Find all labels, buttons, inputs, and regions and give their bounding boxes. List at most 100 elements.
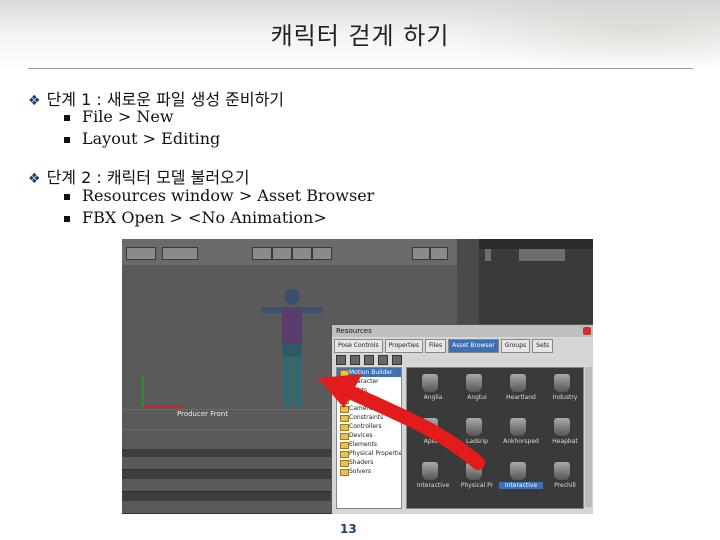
asset-item[interactable]: Interactive (499, 462, 543, 496)
axis-gizmo-icon (142, 376, 184, 408)
tree-item[interactable]: Controllers (337, 422, 401, 431)
asset-label: Physical Pr (460, 482, 494, 489)
grid-view-icon[interactable] (392, 355, 402, 365)
tab-files[interactable]: Files (424, 339, 447, 353)
tree-item-label: Misc (349, 396, 363, 403)
tab-sets[interactable]: Sets (532, 339, 554, 353)
asset-item[interactable]: Ladsrip (455, 418, 491, 452)
asset-label: Interactive (499, 482, 543, 489)
tree-item-label: Character (349, 378, 379, 385)
tab-groups[interactable]: Groups (500, 339, 531, 353)
asset-item[interactable]: Angtui (455, 374, 491, 408)
tree-item[interactable]: Solvers (337, 467, 401, 476)
light-icon[interactable] (430, 247, 448, 260)
asset-item[interactable]: Heartland (499, 374, 536, 408)
character-thumbnail-icon (510, 374, 526, 392)
asset-toolbar (336, 355, 590, 365)
folder-icon (340, 397, 349, 404)
folder-icon (340, 424, 349, 431)
tree-item[interactable]: Shaders (337, 458, 401, 467)
folder-icon (340, 442, 349, 449)
tree-item[interactable]: Cameras (337, 404, 401, 413)
asset-label: Ankhorsped (503, 438, 539, 445)
folder-icon (340, 406, 349, 413)
move-tool-icon[interactable] (252, 247, 272, 260)
navigator-header (479, 239, 593, 249)
up-folder-icon[interactable] (364, 355, 374, 365)
asset-label: Prechill (554, 482, 576, 489)
list-view-icon[interactable] (378, 355, 388, 365)
asset-grid: Anglia Angtui Heartland Industry Apsod Ladsri… (406, 367, 584, 509)
asset-label: Heapbat (552, 438, 578, 445)
square-bullet-icon (64, 193, 70, 200)
asset-scrollbar[interactable] (585, 367, 592, 507)
folder-icon (340, 388, 349, 395)
character-thumbnail-icon (422, 418, 438, 436)
tree-item-label: Constraints (349, 414, 384, 421)
tab-asset-browser[interactable]: Asset Browser (448, 339, 499, 353)
slide-title: 캐릭터 걷게 하기 (270, 22, 450, 50)
character-thumbnail-icon (510, 418, 526, 436)
asset-label: Ladsrip (466, 438, 488, 445)
asset-item[interactable]: Apsod (411, 418, 447, 452)
character-thumbnail-icon (554, 418, 570, 436)
viewer-menu-button[interactable] (126, 247, 156, 260)
character-thumbnail-icon (510, 462, 526, 480)
close-icon[interactable] (583, 327, 591, 335)
control-rig-tab[interactable] (519, 249, 565, 261)
title-divider (28, 68, 693, 69)
scale-tool-icon[interactable] (292, 247, 312, 260)
tree-item-label: Lights (349, 387, 368, 394)
step-1-item-2: Layout > Editing (64, 129, 220, 148)
tree-item-label: Shaders (349, 459, 374, 466)
character-model[interactable] (262, 281, 322, 411)
square-bullet-icon (64, 114, 70, 121)
diamond-bullet-icon: ❖ (28, 93, 41, 109)
page-number: 13 (340, 522, 357, 536)
asset-item[interactable]: Interactive (411, 462, 449, 496)
tree-item[interactable]: Devices (337, 431, 401, 440)
character-thumbnail-icon (466, 374, 482, 392)
tree-item-label: Controllers (349, 423, 382, 430)
viewer-camera-label: Producer Front (177, 410, 228, 418)
folder-icon (340, 415, 349, 422)
rotate-tool-icon[interactable] (272, 247, 292, 260)
tab-properties[interactable]: Properties (384, 339, 423, 353)
tab-pose-controls[interactable]: Pose Controls (334, 339, 383, 353)
step-1-item-1-text: File > New (82, 107, 174, 126)
tree-item-label: Physical Properties (349, 450, 402, 457)
asset-label: Industry (552, 394, 578, 401)
tree-item-label: Cameras (349, 405, 376, 412)
step-2-item-1-text: Resources window > Asset Browser (82, 186, 375, 205)
tree-item[interactable]: Misc (337, 395, 401, 404)
square-bullet-icon (64, 136, 70, 143)
tree-item[interactable]: Constraints (337, 413, 401, 422)
asset-item[interactable]: Prechill (543, 462, 579, 496)
tree-item[interactable]: Elements (337, 440, 401, 449)
tree-item[interactable]: Physical Properties (337, 449, 401, 458)
asset-item[interactable]: Ankhorsped (499, 418, 539, 452)
tree-item[interactable]: Motion Builder (337, 368, 401, 377)
tree-item[interactable]: Lights (337, 386, 401, 395)
asset-item[interactable]: Physical Pr (455, 462, 493, 496)
select-tool-icon[interactable] (312, 247, 332, 260)
folder-tree: Motion Builder Character Lights Misc Cameras… (336, 367, 402, 509)
back-icon[interactable] (336, 355, 346, 365)
tree-item[interactable]: Character (337, 377, 401, 386)
asset-item[interactable]: Anglia (411, 374, 447, 408)
character-thumbnail-icon (466, 418, 482, 436)
asset-item[interactable]: Heapbat (543, 418, 579, 452)
asset-label: Angtui (467, 394, 487, 401)
resources-title: Resources (332, 325, 593, 337)
camera-icon[interactable] (412, 247, 430, 260)
display-menu-button[interactable] (162, 247, 198, 260)
character-thumbnail-icon (554, 462, 570, 480)
asset-item[interactable]: Industry (543, 374, 579, 408)
step-1-item-2-text: Layout > Editing (82, 129, 221, 148)
forward-icon[interactable] (350, 355, 360, 365)
motionbuilder-screenshot: Producer Front Resources Pose Controls P… (122, 239, 593, 514)
asset-label: Heartland (506, 394, 536, 401)
character-tab[interactable] (485, 249, 491, 261)
square-bullet-icon (64, 215, 70, 222)
step-2-item-2: FBX Open > <No Animation> (64, 208, 327, 227)
